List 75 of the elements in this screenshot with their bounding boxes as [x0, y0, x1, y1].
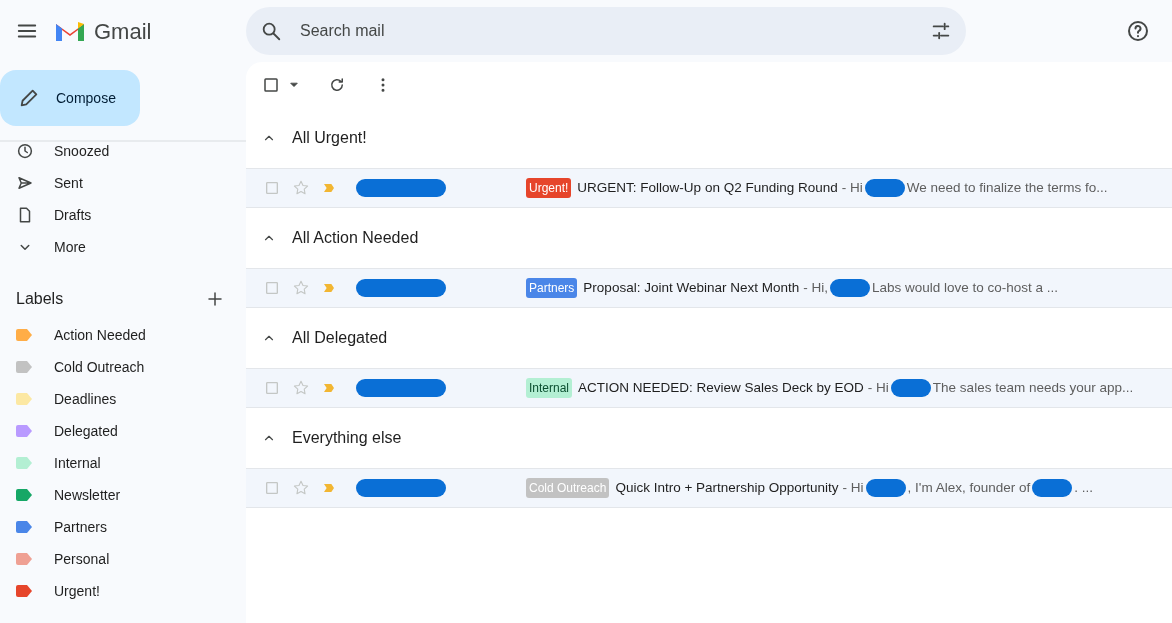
email-snippet: - Hi	[841, 178, 863, 197]
email-snippet: Labs would love to co-host a ...	[871, 278, 1059, 297]
app-name: Gmail	[94, 17, 152, 46]
email-snippet: - Hi	[842, 478, 864, 497]
label-item[interactable]: Delegated	[0, 415, 246, 447]
label-tag: Partners	[526, 278, 578, 298]
redaction-mark	[865, 479, 906, 497]
star-icon[interactable]	[292, 179, 310, 197]
help-icon[interactable]	[1126, 19, 1150, 43]
labels-heading: Labels	[16, 289, 64, 309]
filter-icon[interactable]	[930, 20, 952, 42]
label-item[interactable]: Action Needed	[0, 319, 246, 351]
email-subject: Proposal: Joint Webinar Next Month	[583, 278, 800, 297]
send-icon	[16, 174, 34, 192]
section-heading[interactable]: All Action Needed	[292, 226, 419, 250]
label-item[interactable]: Urgent!	[0, 575, 246, 607]
label-item[interactable]: Internal	[0, 447, 246, 479]
email-snippet: . ...	[1074, 478, 1093, 497]
label-icon	[16, 585, 32, 597]
label-icon	[16, 553, 32, 565]
search-icon[interactable]	[260, 20, 282, 42]
redaction-mark	[829, 279, 870, 297]
label-item[interactable]: Personal	[0, 543, 246, 575]
email-subject: URGENT: Follow-Up on Q2 Funding Round	[577, 178, 838, 197]
redaction-mark	[864, 179, 905, 197]
label-item[interactable]: Partners	[0, 511, 246, 543]
nav-item[interactable]: Drafts	[0, 199, 246, 231]
clock-icon	[16, 142, 34, 160]
label-icon	[16, 361, 32, 373]
pencil-icon	[18, 87, 40, 109]
email-snippet: - Hi	[867, 378, 889, 397]
email-row[interactable]: Internal ACTION NEEDED: Review Sales Deck by EOD - Hi The sales team needs your app...	[246, 368, 1172, 408]
label-item[interactable]: Newsletter	[0, 479, 246, 511]
star-icon[interactable]	[292, 479, 310, 497]
label-icon	[16, 521, 32, 533]
checkbox-icon[interactable]	[264, 480, 280, 496]
email-subject: Quick Intro + Partnership Opportunity	[615, 478, 839, 497]
email-snippet: , I'm Alex, founder of	[907, 478, 1031, 497]
redaction-mark	[1032, 479, 1073, 497]
email-row[interactable]: Urgent! URGENT: Follow-Up on Q2 Funding Round - Hi We need to finalize the terms fo...	[246, 168, 1172, 208]
label-icon	[16, 393, 32, 405]
label-tag: Urgent!	[526, 178, 572, 198]
compose-button[interactable]: Compose	[0, 70, 140, 126]
label-icon	[16, 457, 32, 469]
search-field[interactable]: Search mail	[298, 18, 930, 44]
redaction-mark	[890, 379, 931, 397]
search-bar[interactable]: Search mail	[246, 7, 966, 55]
star-icon[interactable]	[292, 379, 310, 397]
section-heading[interactable]: All Urgent!	[292, 126, 367, 150]
label-icon	[16, 489, 32, 501]
email-snippet: We need to finalize the terms fo...	[906, 178, 1108, 197]
email-row[interactable]: Partners Proposal: Joint Webinar Next Month - Hi, Labs would love to co-host a ...	[246, 268, 1172, 308]
label-tag: Cold Outreach	[526, 478, 610, 498]
checkbox-icon[interactable]	[262, 76, 280, 94]
nav-item[interactable]: Sent	[0, 167, 246, 199]
nav-item[interactable]: More	[0, 231, 246, 263]
label-icon	[16, 425, 32, 437]
refresh-icon[interactable]	[328, 76, 346, 94]
email-subject: ACTION NEEDED: Review Sales Deck by EOD	[578, 378, 864, 397]
checkbox-icon[interactable]	[264, 180, 280, 196]
label-item[interactable]: Cold Outreach	[0, 351, 246, 383]
nav-item[interactable]: Snoozed	[0, 135, 246, 167]
checkbox-icon[interactable]	[264, 280, 280, 296]
add-icon[interactable]	[206, 290, 224, 308]
section-heading[interactable]: All Delegated	[292, 326, 388, 350]
logo-icon	[54, 19, 86, 43]
label-icon	[16, 329, 32, 341]
email-row[interactable]: Cold Outreach Quick Intro + Partnership Opportunity - Hi , I'm Alex, founder of . ...	[246, 468, 1172, 508]
email-snippet: The sales team needs your app...	[932, 378, 1134, 397]
email-snippet: - Hi,	[803, 278, 828, 297]
section-heading[interactable]: Everything else	[292, 426, 402, 450]
checkbox-icon[interactable]	[264, 380, 280, 396]
label-tag: Internal	[526, 378, 573, 398]
label-item[interactable]: Deadlines	[0, 383, 246, 415]
star-icon[interactable]	[292, 279, 310, 297]
